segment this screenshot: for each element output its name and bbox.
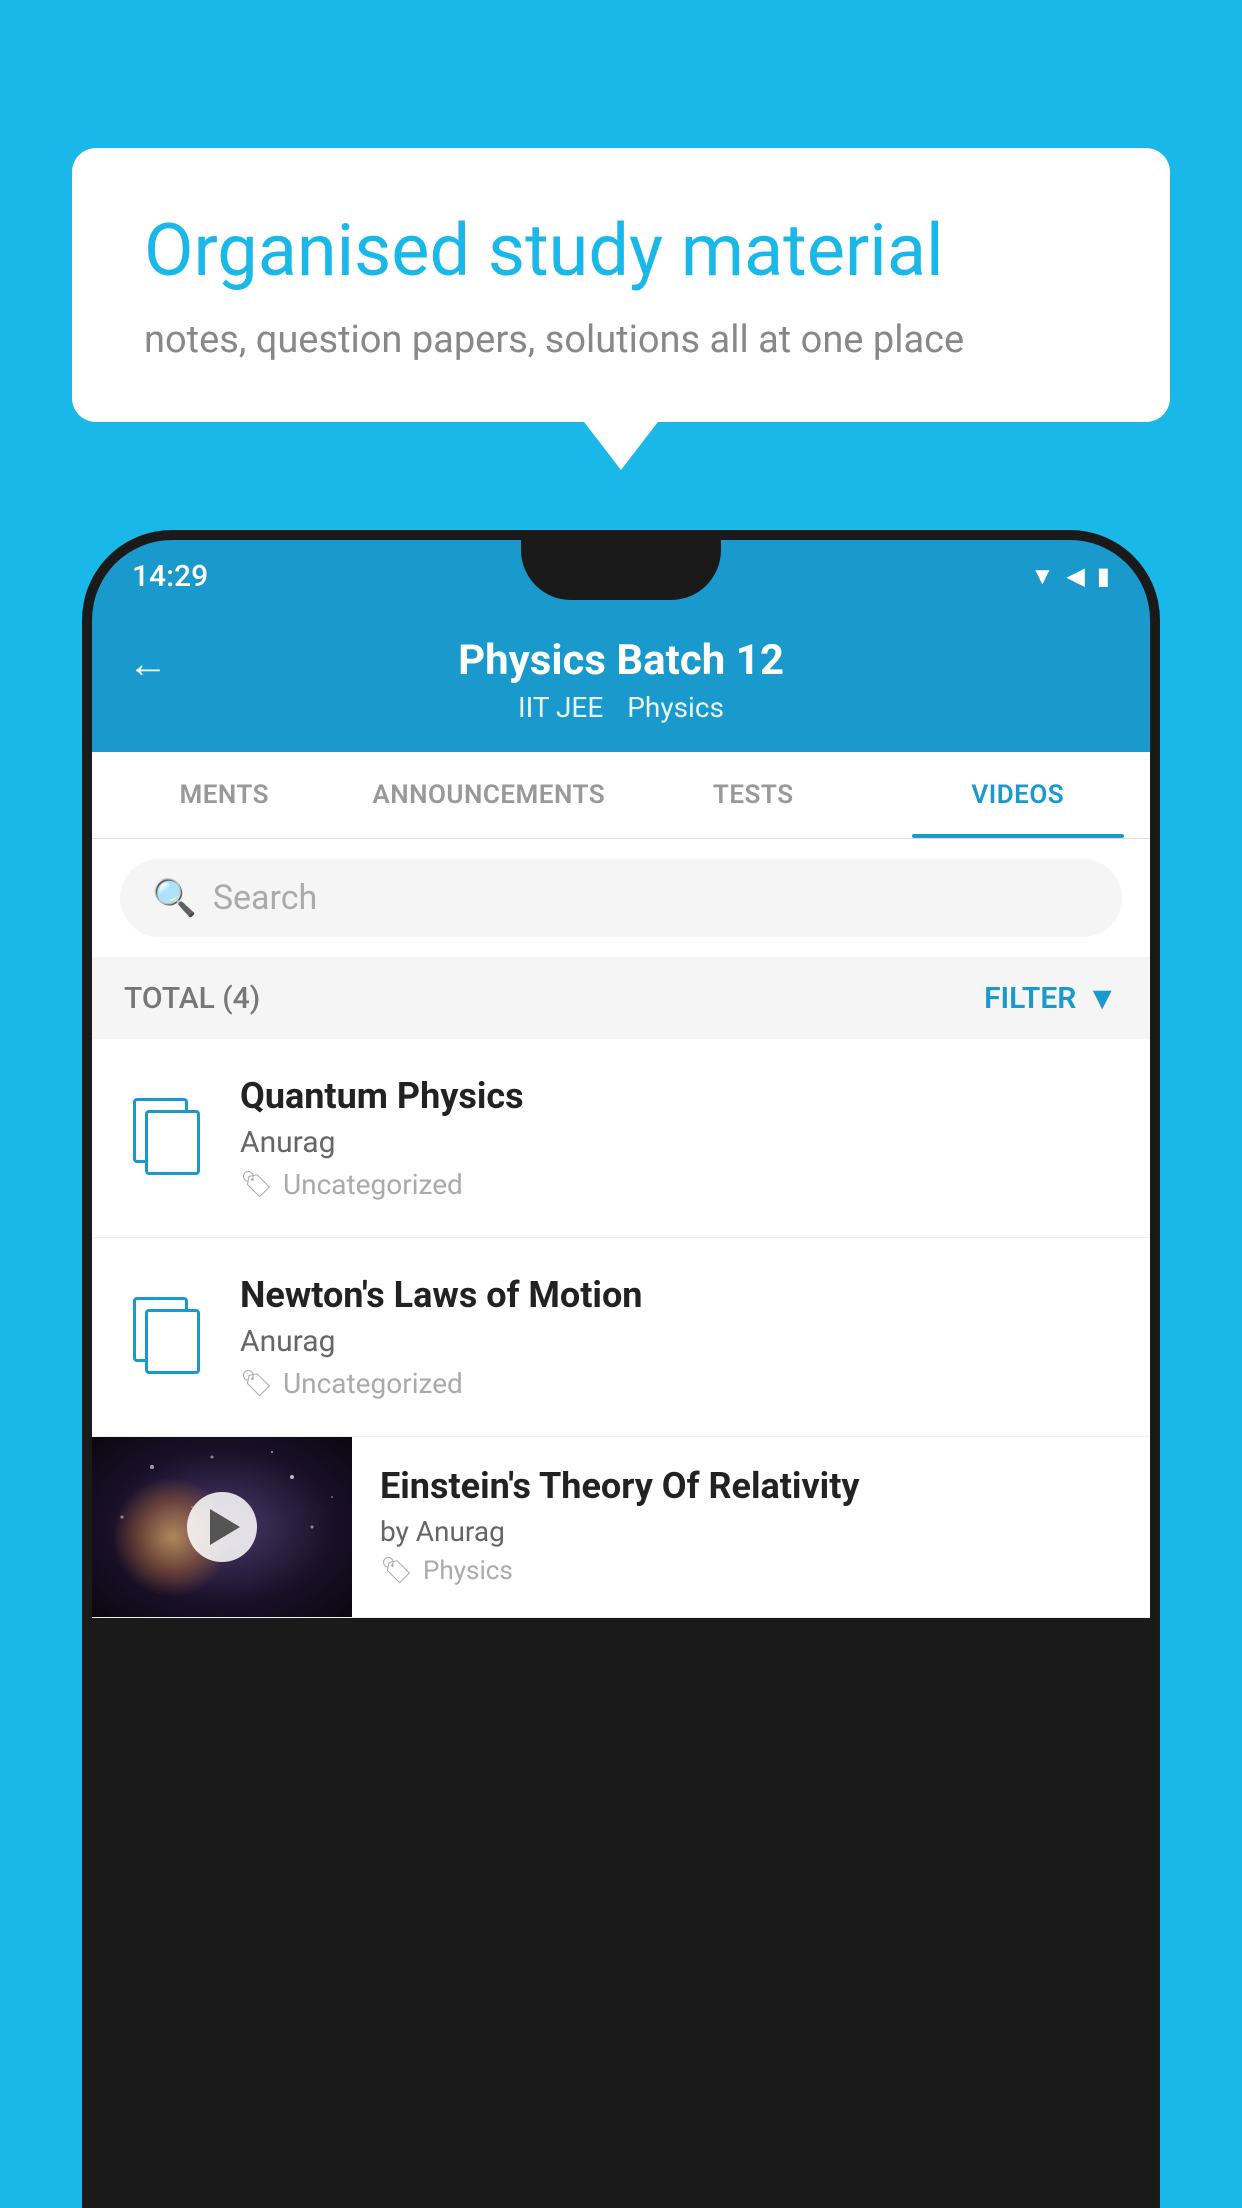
total-label: TOTAL (4) (124, 981, 260, 1016)
list-item[interactable]: Einstein's Theory Of Relativity by Anura… (92, 1437, 1150, 1618)
header-subtitle: IIT JEE Physics (518, 691, 724, 724)
item-title-2: Newton's Laws of Motion (240, 1274, 1118, 1316)
status-bar: 14:29 ▼ ◀ ▮ (92, 540, 1150, 612)
thumbnail-bg (92, 1437, 352, 1617)
item-info-2: Newton's Laws of Motion Anurag 🏷 Uncateg… (240, 1274, 1118, 1400)
app-header: ← Physics Batch 12 IIT JEE Physics (92, 612, 1150, 752)
item-tag-2: 🏷 Uncategorized (240, 1367, 1118, 1400)
doc-front (145, 1110, 200, 1175)
tag-icon-1: 🏷 (240, 1170, 273, 1200)
doc-front (145, 1309, 200, 1374)
item-tag-3: 🏷 Physics (380, 1556, 1122, 1586)
tabs-bar: MENTS ANNOUNCEMENTS TESTS VIDEOS (92, 752, 1150, 839)
tag-label-3: Physics (423, 1556, 513, 1586)
tab-tests[interactable]: TESTS (621, 752, 886, 838)
battery-icon: ▮ (1097, 562, 1110, 590)
item-title-3: Einstein's Theory Of Relativity (380, 1465, 1122, 1507)
phone-frame: 14:29 ▼ ◀ ▮ ← Physics Batch 12 IIT JEE P… (82, 530, 1160, 2208)
bubble-title: Organised study material (144, 208, 1098, 294)
filter-icon: ▼ (1086, 979, 1118, 1017)
status-time: 14:29 (132, 559, 208, 594)
tag-label-1: Uncategorized (283, 1168, 463, 1201)
tab-videos[interactable]: VIDEOS (886, 752, 1151, 838)
file-icon-2 (124, 1293, 212, 1381)
content-area: Quantum Physics Anurag 🏷 Uncategorized (92, 1039, 1150, 1618)
tag-icon-2: 🏷 (240, 1369, 273, 1399)
list-item[interactable]: Quantum Physics Anurag 🏷 Uncategorized (92, 1039, 1150, 1238)
header-tag-physics: Physics (627, 691, 724, 724)
play-icon (210, 1509, 240, 1545)
item-info-1: Quantum Physics Anurag 🏷 Uncategorized (240, 1075, 1118, 1201)
item-author-2: Anurag (240, 1324, 1118, 1359)
tag-icon-3: 🏷 (380, 1556, 413, 1586)
signal-icon: ◀ (1066, 562, 1084, 590)
filter-row: TOTAL (4) FILTER ▼ (92, 957, 1150, 1039)
header-tag-iitjee: IIT JEE (518, 691, 603, 724)
item-title-1: Quantum Physics (240, 1075, 1118, 1117)
tag-label-2: Uncategorized (283, 1367, 463, 1400)
item-author-1: Anurag (240, 1125, 1118, 1160)
tab-ments[interactable]: MENTS (92, 752, 357, 838)
search-bar[interactable]: 🔍 Search (120, 859, 1122, 937)
item-author-3: by Anurag (380, 1515, 1122, 1548)
search-placeholder: Search (213, 878, 317, 918)
bubble-subtitle: notes, question papers, solutions all at… (144, 318, 1098, 362)
speech-bubble: Organised study material notes, question… (72, 148, 1170, 422)
wifi-icon: ▼ (1031, 562, 1055, 591)
search-icon: 🔍 (152, 877, 197, 919)
item-tag-1: 🏷 Uncategorized (240, 1168, 1118, 1201)
status-icons: ▼ ◀ ▮ (1031, 562, 1110, 591)
file-icon-1 (124, 1094, 212, 1182)
filter-label: FILTER (984, 981, 1076, 1016)
filter-button[interactable]: FILTER ▼ (984, 979, 1118, 1017)
phone-inner: 14:29 ▼ ◀ ▮ ← Physics Batch 12 IIT JEE P… (92, 540, 1150, 2208)
tab-announcements[interactable]: ANNOUNCEMENTS (357, 752, 622, 838)
header-title: Physics Batch 12 (458, 636, 784, 685)
search-container: 🔍 Search (92, 839, 1150, 957)
document-icon (133, 1297, 203, 1377)
back-button[interactable]: ← (128, 640, 168, 687)
speech-bubble-container: Organised study material notes, question… (72, 148, 1170, 422)
item-info-3: Einstein's Theory Of Relativity by Anura… (352, 1437, 1150, 1606)
document-icon (133, 1098, 203, 1178)
play-button-3[interactable] (187, 1492, 257, 1562)
video-thumbnail-3 (92, 1437, 352, 1617)
list-item[interactable]: Newton's Laws of Motion Anurag 🏷 Uncateg… (92, 1238, 1150, 1437)
